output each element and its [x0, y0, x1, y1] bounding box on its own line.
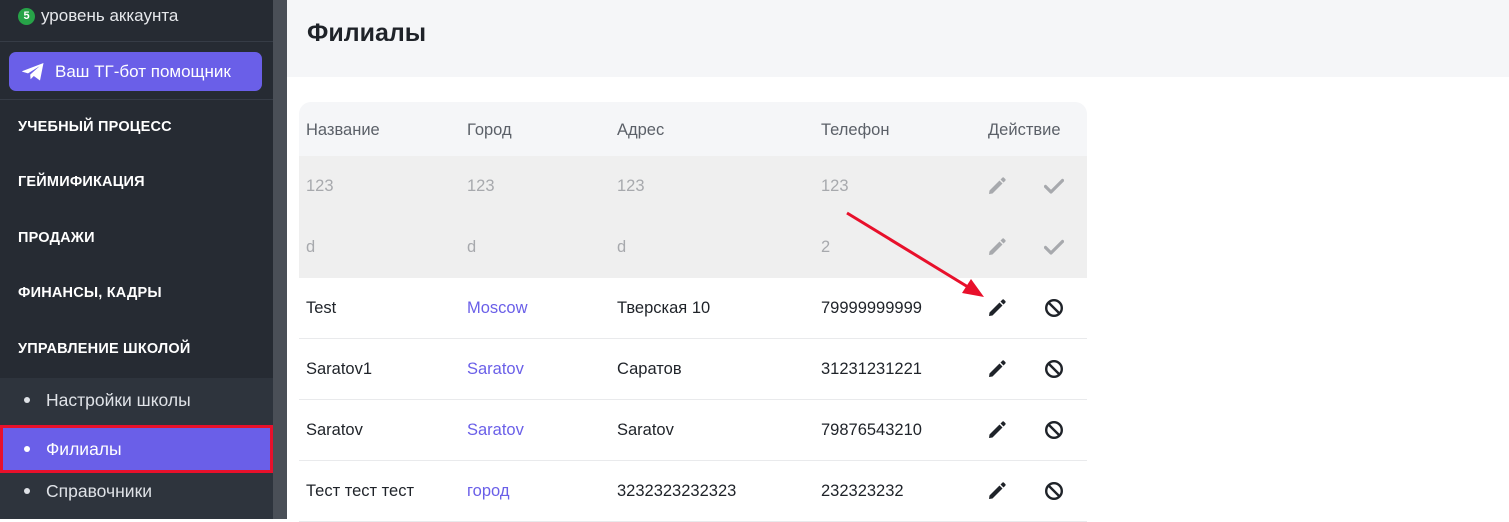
- table-row: Тест тест тест город 3232323232323 23232323…: [299, 461, 1087, 522]
- cell-address: Тверская 10: [617, 299, 711, 317]
- nav-section-finance[interactable]: ФИНАНСЫ, КАДРЫ: [18, 285, 162, 301]
- cell-phone: 31231231221: [821, 360, 922, 378]
- table-header: Название Город Адрес Телефон Действие: [299, 102, 1087, 156]
- block-icon[interactable]: [1042, 479, 1066, 503]
- column-header-phone: Телефон: [821, 121, 890, 139]
- bullet-icon: [24, 397, 30, 403]
- submenu-item-label: Справочники: [46, 480, 153, 501]
- check-icon[interactable]: [1042, 235, 1066, 259]
- cell-address: 123: [617, 177, 645, 195]
- cell-phone: 232323232: [821, 482, 904, 500]
- sidebar: 5 уровень аккаунта Ваш ТГ-бот помощник У…: [0, 0, 273, 519]
- table-row: Saratov Saratov Saratov 79876543210: [299, 400, 1087, 461]
- cell-address: 3232323232323: [617, 482, 737, 500]
- account-level[interactable]: 5 уровень аккаунта: [18, 4, 178, 28]
- column-header-name: Название: [306, 121, 380, 139]
- nav-section-school-management[interactable]: УПРАВЛЕНИЕ ШКОЛОЙ: [18, 341, 190, 357]
- bullet-icon: [24, 488, 30, 494]
- cell-phone: 2: [821, 238, 831, 256]
- cell-name: Saratov: [306, 421, 363, 439]
- pencil-icon[interactable]: [985, 235, 1009, 259]
- column-header-address: Адрес: [617, 121, 665, 139]
- page-title: Филиалы: [307, 19, 427, 47]
- submenu-item-label: Настройки школы: [46, 389, 191, 410]
- nav-section-sales[interactable]: ПРОДАЖИ: [18, 230, 95, 246]
- column-header-action: Действие: [988, 121, 1061, 139]
- account-level-badge: 5: [18, 7, 35, 25]
- sidebar-divider: [0, 41, 273, 42]
- cell-name: Saratov1: [306, 360, 373, 378]
- cell-city[interactable]: Saratov: [467, 421, 524, 440]
- cell-city[interactable]: Moscow: [467, 299, 528, 318]
- cell-city[interactable]: d: [467, 238, 476, 257]
- cell-address: d: [617, 238, 627, 256]
- pencil-icon[interactable]: [985, 357, 1009, 381]
- branches-table: Название Город Адрес Телефон Действие 12…: [299, 102, 1087, 522]
- cell-phone: 79999999999: [821, 299, 922, 317]
- cell-name: Test: [306, 299, 337, 317]
- page-header: Филиалы: [287, 0, 1509, 77]
- table-body: 123 123 123 123 d d d 2 Test Moscow Тверская 10 799…: [299, 156, 1087, 522]
- cell-city[interactable]: Saratov: [467, 360, 524, 379]
- nav-section-learning[interactable]: УЧЕБНЫЙ ПРОЦЕСС: [18, 119, 172, 135]
- submenu-item-school-settings[interactable]: Настройки школы: [0, 378, 273, 422]
- cell-address: Saratov: [617, 421, 674, 439]
- cell-name: 123: [306, 177, 334, 195]
- cell-address: Саратов: [617, 360, 682, 378]
- cell-city[interactable]: 123: [467, 177, 495, 196]
- pencil-icon[interactable]: [985, 479, 1009, 503]
- telegram-icon: [21, 61, 45, 83]
- tg-bot-button-label: Ваш ТГ-бот помощник: [55, 61, 231, 81]
- tg-bot-button[interactable]: Ваш ТГ-бот помощник: [9, 52, 262, 91]
- nav-section-gamification[interactable]: ГЕЙМИФИКАЦИЯ: [18, 174, 145, 190]
- cell-phone: 79876543210: [821, 421, 922, 439]
- pencil-icon[interactable]: [985, 174, 1009, 198]
- cell-name: d: [306, 238, 316, 256]
- block-icon[interactable]: [1042, 296, 1066, 320]
- column-header-city: Город: [467, 121, 512, 139]
- cell-name: Тест тест тест: [306, 482, 415, 500]
- submenu-school-management: Настройки школы Филиалы Справочники: [0, 378, 273, 519]
- table-row: 123 123 123 123: [299, 156, 1087, 217]
- table-row: d d d 2: [299, 217, 1087, 278]
- table-row: Saratov1 Saratov Саратов 31231231221: [299, 339, 1087, 400]
- sidebar-divider: [0, 99, 273, 100]
- block-icon[interactable]: [1042, 418, 1066, 442]
- submenu-item-directories[interactable]: Справочники: [0, 469, 273, 513]
- cell-city[interactable]: город: [467, 482, 509, 501]
- block-icon[interactable]: [1042, 357, 1066, 381]
- pencil-icon[interactable]: [985, 418, 1009, 442]
- sidebar-scroll-edge: [273, 0, 287, 519]
- bullet-icon: [24, 446, 30, 452]
- pencil-icon[interactable]: [985, 296, 1009, 320]
- table-row: Test Moscow Тверская 10 79999999999: [299, 278, 1087, 339]
- account-level-label: уровень аккаунта: [41, 6, 179, 25]
- submenu-item-label: Филиалы: [46, 438, 122, 459]
- cell-phone: 123: [821, 177, 849, 195]
- check-icon[interactable]: [1042, 174, 1066, 198]
- submenu-item-branches[interactable]: Филиалы: [0, 425, 273, 473]
